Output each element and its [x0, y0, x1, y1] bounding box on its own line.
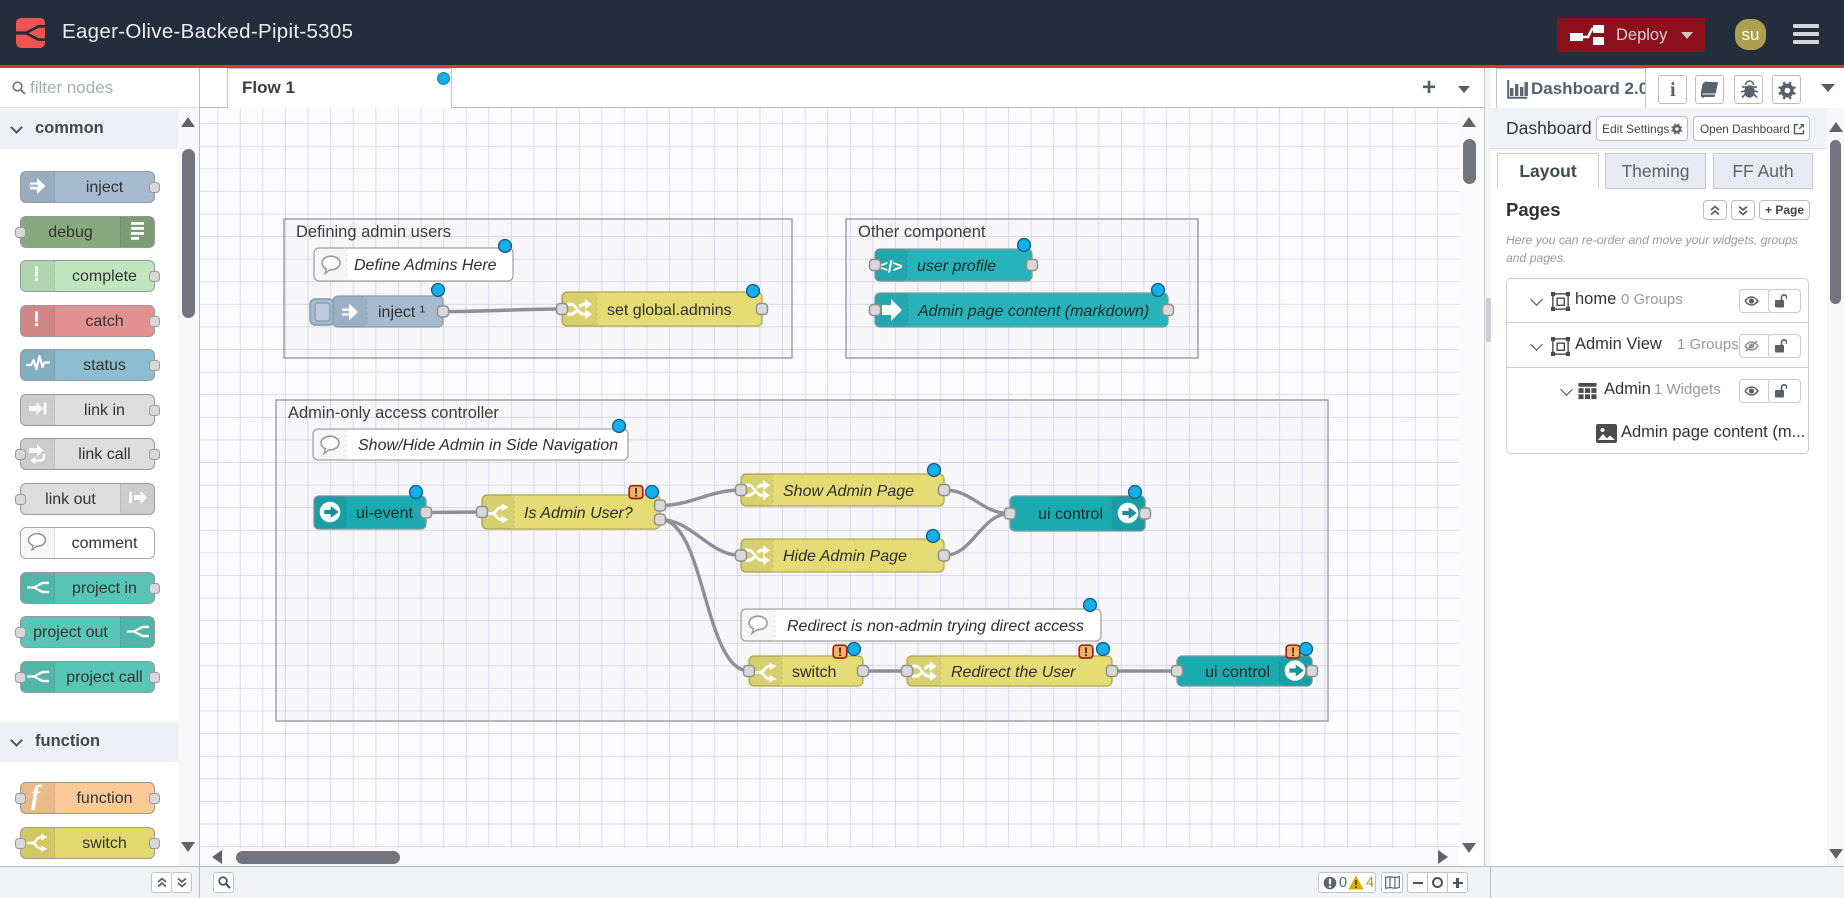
svg-text:inject ¹: inject ¹ — [378, 304, 425, 321]
svg-text:ui control: ui control — [1038, 506, 1103, 523]
svg-text:</>: </> — [878, 257, 903, 276]
svg-text:Defining admin users: Defining admin users — [296, 223, 451, 241]
svg-text:set global.admins: set global.admins — [607, 302, 732, 319]
svg-text:Show Admin Page: Show Admin Page — [783, 483, 914, 500]
svg-text:Define Admins Here: Define Admins Here — [354, 257, 497, 274]
svg-text:Admin page content (markdown): Admin page content (markdown) — [917, 303, 1149, 320]
svg-text:Redirect is non-admin trying d: Redirect is non-admin trying direct acce… — [787, 618, 1084, 635]
svg-text:Show/Hide Admin in Side Naviga: Show/Hide Admin in Side Navigation — [358, 437, 618, 454]
svg-text:user profile: user profile — [917, 258, 996, 275]
svg-text:Hide Admin Page: Hide Admin Page — [783, 548, 907, 565]
svg-text:switch: switch — [792, 664, 836, 681]
svg-text:Redirect the User: Redirect the User — [951, 664, 1076, 681]
svg-text:ui control: ui control — [1205, 664, 1270, 681]
svg-text:Is Admin User?: Is Admin User? — [524, 505, 633, 522]
svg-text:ui-event: ui-event — [356, 505, 413, 522]
svg-text:Other component: Other component — [858, 223, 986, 241]
svg-text:Admin-only access controller: Admin-only access controller — [288, 404, 499, 422]
